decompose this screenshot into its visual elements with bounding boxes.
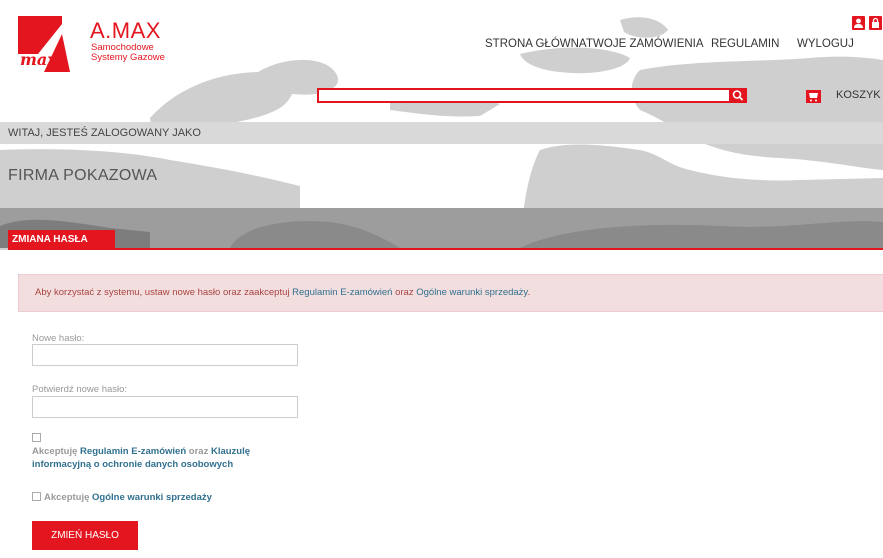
change-password-button-label: ZMIEŃ HASŁO — [51, 530, 119, 541]
info-alert: Aby korzystać z systemu, ustaw nowe hasł… — [18, 274, 883, 312]
change-password-button[interactable]: ZMIEŃ HASŁO — [32, 521, 138, 550]
new-password-label: Nowe hasło: — [32, 333, 85, 344]
cart-icon-glyph — [806, 90, 821, 103]
consent-terms-link[interactable]: Regulamin E-zamówień — [80, 446, 186, 457]
nav-orders[interactable]: TWOJE ZAMÓWIENIA — [586, 38, 704, 50]
logo-script-text: max — [20, 50, 57, 69]
search-button[interactable] — [729, 88, 747, 103]
confirm-password-field[interactable] — [32, 396, 298, 418]
alert-text-mid: oraz — [392, 287, 417, 298]
consent-sales-text: Akceptuję Ogólne warunki sprzedaży — [44, 491, 212, 504]
consent-sales-checkbox[interactable] — [32, 492, 41, 501]
map-dark-band — [0, 208, 883, 248]
logo[interactable]: max A.MAX Samochodowe Systemy Gazowe — [18, 14, 168, 72]
logo-tagline: Samochodowe Systemy Gazowe — [91, 43, 165, 63]
consent-terms-prefix: Akceptuję — [32, 446, 81, 457]
consent-terms-text: Akceptuję Regulamin E-zamówień oraz Klau… — [32, 445, 292, 471]
search-icon — [732, 90, 744, 101]
section-title: ZMIANA HASŁA — [12, 234, 88, 245]
company-name: FIRMA POKAZOWA — [8, 167, 158, 184]
logo-tagline-line2: Systemy Gazowe — [91, 52, 165, 63]
consent-privacy-link-line2[interactable]: informacyjną o ochronie danych osobowych — [32, 459, 233, 470]
confirm-password-label: Potwierdź nowe hasło: — [32, 384, 128, 395]
section-underline — [8, 248, 883, 250]
consent-privacy-link-line1[interactable]: Klauzulę — [211, 446, 250, 457]
cart-label[interactable]: KOSZYK (0 — [836, 89, 883, 101]
welcome-text: WITAJ, JESTEŚ ZALOGOWANY JAKO — [8, 127, 201, 139]
alert-link-sales-conditions[interactable]: Ogólne warunki sprzedaży — [416, 287, 527, 298]
lock-icon[interactable] — [869, 16, 882, 30]
lock-icon-glyph — [872, 17, 879, 28]
cart-icon[interactable] — [805, 88, 822, 105]
consent-sales-prefix: Akceptuję — [44, 492, 93, 503]
section-tab-change-password: ZMIANA HASŁA — [8, 230, 115, 248]
nav-logout[interactable]: WYLOGUJ — [797, 38, 854, 50]
alert-link-terms[interactable]: Regulamin E-zamówień — [292, 287, 392, 298]
logo-title: A.MAX — [90, 18, 161, 43]
map-dark-band-shapes — [0, 219, 883, 248]
nav-home[interactable]: STRONA GŁÓWNA — [485, 38, 587, 50]
nav-terms[interactable]: REGULAMIN — [711, 38, 779, 50]
welcome-bar: WITAJ, JESTEŚ ZALOGOWANY JAKO — [0, 122, 883, 144]
consent-terms-checkbox[interactable] — [32, 433, 41, 442]
user-icon[interactable] — [852, 16, 865, 30]
search-input[interactable] — [317, 88, 747, 103]
alert-text-after: . — [527, 287, 531, 298]
new-password-field[interactable] — [32, 344, 298, 366]
user-icon-glyph — [854, 18, 863, 28]
alert-text: Aby korzystać z systemu, ustaw nowe hasł… — [35, 287, 530, 298]
consent-sales-link[interactable]: Ogólne warunki sprzedaży — [92, 492, 212, 503]
consent-terms-mid: oraz — [186, 446, 211, 457]
alert-text-before: Aby korzystać z systemu, ustaw nowe hasł… — [35, 287, 293, 298]
